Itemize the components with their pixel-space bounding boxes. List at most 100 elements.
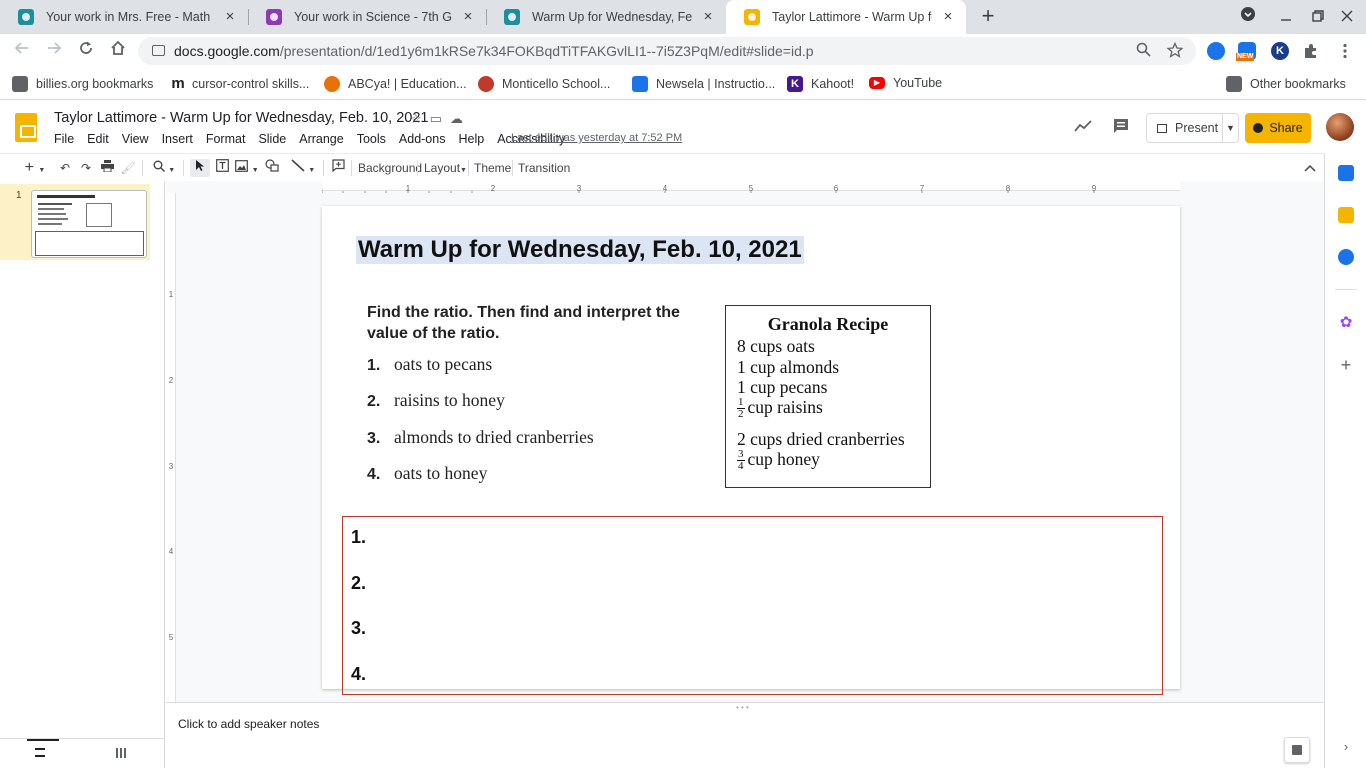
keep-icon[interactable] xyxy=(1338,207,1354,223)
layout-button[interactable]: Layout▼ xyxy=(424,159,467,177)
menu-arrange[interactable]: Arrange xyxy=(299,132,343,146)
extensions-puzzle-icon[interactable] xyxy=(1302,42,1320,60)
paint-format-icon[interactable]: 🖌 xyxy=(120,159,136,177)
extension-new-icon[interactable]: NEW xyxy=(1236,42,1256,61)
page-info-icon[interactable] xyxy=(152,45,165,56)
slide-thumbnail-selected[interactable]: 1 xyxy=(0,184,150,260)
tab-close-icon[interactable]: × xyxy=(460,9,476,25)
browser-menu-icon[interactable] xyxy=(1336,42,1354,60)
bookmark-kahoot[interactable]: K Kahoot! xyxy=(787,76,854,92)
menu-format[interactable]: Format xyxy=(206,132,246,146)
answer-line-3[interactable]: 3. xyxy=(351,618,366,639)
answer-box[interactable]: 1. 2. 3. 4. xyxy=(342,516,1163,695)
text-box-icon[interactable] xyxy=(214,159,230,177)
tab-close-icon[interactable]: × xyxy=(940,9,956,25)
tab-close-icon[interactable]: × xyxy=(700,9,716,25)
star-icon[interactable]: ☆ xyxy=(410,111,430,126)
tasks-icon[interactable] xyxy=(1338,249,1354,265)
bookmark-abcya[interactable]: ABCya! | Education... xyxy=(324,76,467,92)
menu-view[interactable]: View xyxy=(122,132,149,146)
slide-thumbnail[interactable] xyxy=(31,190,147,258)
tab-close-icon[interactable]: × xyxy=(222,9,238,25)
close-window-icon[interactable] xyxy=(1336,6,1358,28)
addon-icon[interactable]: ✿ xyxy=(1338,315,1354,331)
bookmark-star-icon[interactable] xyxy=(1166,41,1184,60)
bookmark-billies[interactable]: billies.org bookmarks xyxy=(12,76,153,92)
browser-tab-math[interactable]: Your work in Mrs. Free - Math × xyxy=(0,0,248,34)
answer-line-1[interactable]: 1. xyxy=(351,527,366,548)
comment-icon[interactable] xyxy=(1110,117,1132,139)
last-edit-link[interactable]: Last edit was yesterday at 7:52 PM xyxy=(511,132,682,144)
bookmark-label: Kahoot! xyxy=(811,77,855,91)
browser-tab-warmup[interactable]: Warm Up for Wednesday, Feb. 10 × xyxy=(486,0,726,34)
new-tab-button[interactable]: + xyxy=(977,5,999,27)
activity-trend-icon[interactable] xyxy=(1072,117,1094,139)
menu-tools[interactable]: Tools xyxy=(357,132,386,146)
present-button[interactable]: Present ▼ xyxy=(1146,113,1239,143)
answer-line-4[interactable]: 4. xyxy=(351,664,366,685)
select-cursor-icon[interactable] xyxy=(190,159,210,177)
cloud-status-icon[interactable]: ☁ xyxy=(450,111,471,126)
restore-icon[interactable] xyxy=(1307,6,1329,28)
theme-button[interactable]: Theme xyxy=(474,159,511,177)
granola-recipe-box[interactable]: Granola Recipe 8 cups oats 1 cup almonds… xyxy=(725,305,931,488)
filmstrip-view-toggle xyxy=(0,738,165,768)
line-tool-icon[interactable]: ▼ xyxy=(288,159,318,177)
menu-file[interactable]: File xyxy=(54,132,74,146)
document-title[interactable]: Taylor Lattimore - Warm Up for Wednesday… xyxy=(54,110,428,126)
new-slide-icon[interactable]: + ▼ xyxy=(22,159,48,177)
bookmark-newsela[interactable]: Newsela | Instructio... xyxy=(632,76,775,92)
filmstrip-list-view-icon[interactable] xyxy=(35,748,45,757)
menu-insert[interactable]: Insert xyxy=(162,132,193,146)
print-icon[interactable] xyxy=(99,159,115,177)
avatar[interactable] xyxy=(1326,113,1354,141)
minimize-icon[interactable] xyxy=(1275,6,1297,28)
extension-globe-icon[interactable] xyxy=(1207,42,1225,60)
add-comment-icon[interactable] xyxy=(330,159,346,177)
undo-icon[interactable]: ↶ xyxy=(57,159,73,177)
move-folder-icon[interactable]: ▭ xyxy=(430,111,450,126)
insert-image-icon[interactable]: ▼ xyxy=(234,159,260,177)
grid-view-icon[interactable] xyxy=(116,748,126,758)
answer-line-2[interactable]: 2. xyxy=(351,573,366,594)
menu-help[interactable]: Help xyxy=(458,132,484,146)
present-dropdown-icon[interactable]: ▼ xyxy=(1222,114,1238,142)
slide-prompt[interactable]: Find the ratio. Then find and interpret … xyxy=(367,302,707,344)
svg-text:1: 1 xyxy=(406,184,411,193)
other-bookmarks-label: Other bookmarks xyxy=(1250,77,1346,91)
slide-canvas[interactable]: Warm Up for Wednesday, Feb. 10, 2021 Fin… xyxy=(322,206,1180,695)
bookmark-youtube[interactable]: ▶ YouTube xyxy=(869,76,942,90)
reload-icon[interactable] xyxy=(75,40,97,62)
slides-logo-icon[interactable] xyxy=(15,113,37,142)
get-addons-icon[interactable]: + xyxy=(1338,356,1354,374)
other-bookmarks[interactable]: Other bookmarks xyxy=(1226,76,1346,92)
transition-button[interactable]: Transition xyxy=(518,159,570,177)
home-icon[interactable] xyxy=(107,40,129,62)
address-bar[interactable]: docs.google.com/presentation/d/1ed1y6m1k… xyxy=(138,37,1196,65)
browser-tab-science[interactable]: Your work in Science - 7th Grade × xyxy=(248,0,486,34)
slide-title[interactable]: Warm Up for Wednesday, Feb. 10, 2021 xyxy=(356,236,804,264)
notes-resize-handle[interactable]: • • • xyxy=(736,703,749,712)
speaker-notes-placeholder[interactable]: Click to add speaker notes xyxy=(178,717,319,731)
redo-icon[interactable]: ↷ xyxy=(78,159,94,177)
share-button[interactable]: Share xyxy=(1245,113,1311,143)
tab-search-icon[interactable] xyxy=(1237,6,1259,28)
bookmark-monticello[interactable]: Monticello School... xyxy=(478,76,610,92)
calendar-icon[interactable] xyxy=(1338,165,1354,181)
menu-add-ons[interactable]: Add-ons xyxy=(399,132,446,146)
collapse-toolbar-icon[interactable] xyxy=(1302,159,1318,177)
browser-tab-active[interactable]: Taylor Lattimore - Warm Up for W × xyxy=(726,0,966,34)
menu-edit[interactable]: Edit xyxy=(87,132,109,146)
extension-k-icon[interactable]: K xyxy=(1271,42,1289,60)
speaker-notes[interactable]: • • • Click to add speaker notes xyxy=(166,702,1324,768)
expand-panel-icon[interactable]: › xyxy=(1338,739,1354,755)
menu-slide[interactable]: Slide xyxy=(258,132,286,146)
shape-icon[interactable] xyxy=(264,159,280,177)
background-button[interactable]: Background xyxy=(358,159,422,177)
back-icon[interactable] xyxy=(11,40,33,62)
forward-icon[interactable] xyxy=(43,40,65,62)
explore-icon[interactable] xyxy=(1284,737,1310,763)
bookmark-cursor-control[interactable]: m cursor-control skills... xyxy=(171,76,309,92)
zoom-icon[interactable] xyxy=(1134,42,1152,60)
zoom-dropdown-icon[interactable]: ▼ xyxy=(150,159,178,177)
